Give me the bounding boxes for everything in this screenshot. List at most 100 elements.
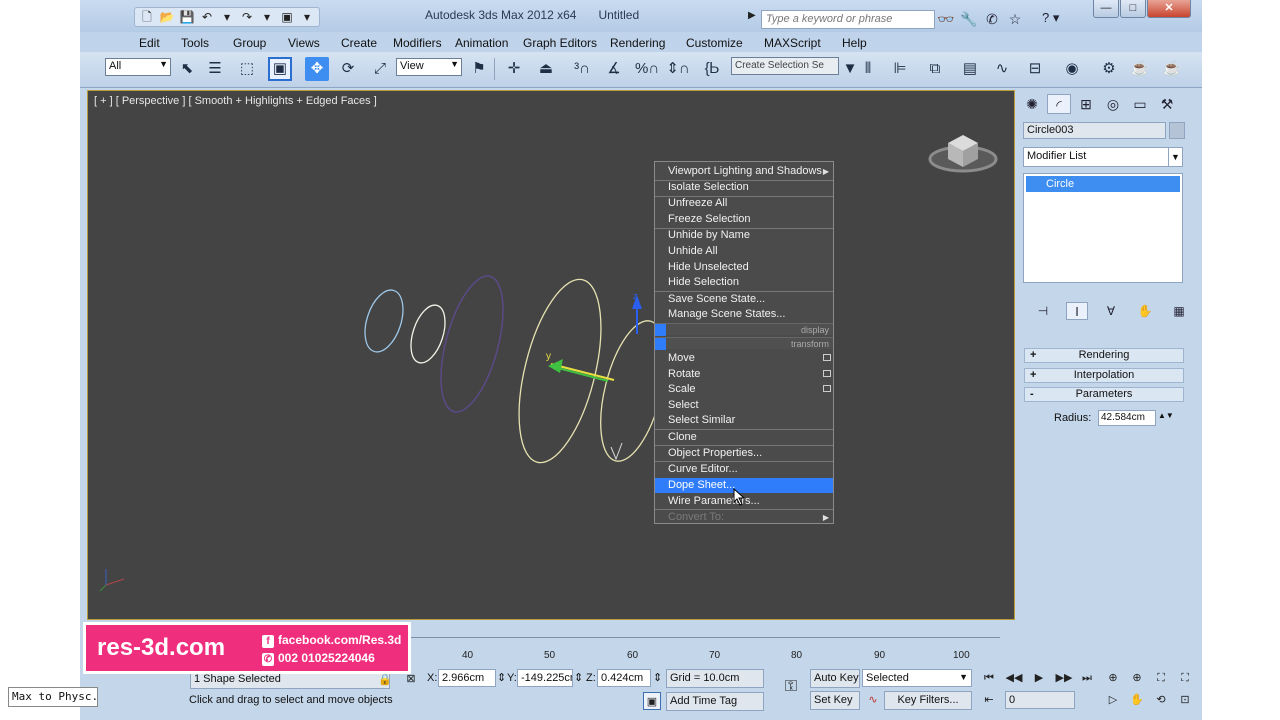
play-icon[interactable]: ▶ — [1030, 669, 1048, 687]
settings-box-icon[interactable] — [823, 370, 831, 377]
edit-named-selection-icon[interactable]: {Ꮟ — [700, 57, 724, 81]
zoom-extents-all-icon[interactable]: ⛶ — [1176, 669, 1194, 687]
configure-modifier-sets-icon[interactable]: ▦ — [1168, 302, 1190, 320]
perspective-viewport[interactable]: [ + ] [ Perspective ] [ Smooth + Highlig… — [87, 90, 1015, 620]
menu-graph-editors[interactable]: Graph Editors — [523, 34, 597, 52]
selection-filter-dropdown[interactable]: All ▼ — [105, 58, 171, 76]
set-key-button[interactable]: Set Key — [810, 691, 860, 710]
favorites-star-icon[interactable]: ☆ — [1006, 10, 1024, 28]
search-input[interactable]: Type a keyword or phrase — [761, 10, 935, 29]
menu-item-unhide-all[interactable]: Unhide All — [655, 244, 833, 259]
pin-stack-icon[interactable]: ⊣ — [1032, 302, 1054, 320]
project-folder-icon[interactable]: ▣ — [279, 10, 295, 24]
open-file-icon[interactable]: 📂 — [159, 10, 175, 24]
close-button[interactable]: ✕ — [1147, 0, 1191, 18]
menu-views[interactable]: Views — [288, 34, 320, 52]
search-expand-icon[interactable]: ▶ — [748, 10, 760, 26]
spinner-icon[interactable]: ⇕ — [574, 671, 583, 684]
redo-icon[interactable]: ↷ — [239, 10, 255, 24]
settings-box-icon[interactable] — [823, 354, 831, 361]
rollout-rendering[interactable]: + Rendering — [1024, 348, 1184, 363]
align-icon[interactable]: ⊫ — [888, 57, 912, 81]
menu-item-move[interactable]: Move — [655, 351, 833, 366]
quadrant-display[interactable]: display — [655, 323, 833, 336]
render-production-icon[interactable]: ☕ — [1160, 57, 1184, 81]
field-of-view-icon[interactable]: ▷ — [1104, 691, 1122, 709]
menu-item-hide-unselected[interactable]: Hide Unselected — [655, 260, 833, 275]
create-tab-icon[interactable]: ✺ — [1020, 94, 1044, 114]
object-name-field[interactable]: Circle003 — [1023, 122, 1166, 139]
quadrant-transform[interactable]: transform — [655, 337, 833, 350]
motion-tab-icon[interactable]: ◎ — [1101, 94, 1125, 114]
key-icon[interactable]: 🔧 — [960, 10, 978, 28]
menu-rendering[interactable]: Rendering — [610, 34, 665, 52]
key-mode-toggle-icon[interactable]: ⇤ — [980, 691, 998, 709]
menu-item-object-properties[interactable]: Object Properties... — [655, 446, 833, 461]
select-and-rotate-icon[interactable]: ⟳ — [336, 57, 360, 81]
maxscript-listener[interactable]: Max to Physc. — [8, 687, 98, 707]
menu-item-unhide-by-name[interactable]: Unhide by Name — [655, 228, 833, 243]
qat-customize-icon[interactable]: ▾ — [299, 10, 315, 24]
hierarchy-tab-icon[interactable]: ⊞ — [1074, 94, 1098, 114]
render-setup-icon[interactable]: ⚙ — [1097, 57, 1121, 81]
menu-item-viewport-lighting[interactable]: Viewport Lighting and Shadows ▶ — [655, 164, 833, 179]
communication-center-icon[interactable]: ✆ — [983, 10, 1001, 28]
key-filters-button[interactable]: Key Filters... — [884, 691, 972, 710]
save-icon[interactable]: 💾 — [179, 10, 195, 24]
x-coordinate-field[interactable]: 2.966cm — [438, 669, 496, 687]
menu-item-hide-selection[interactable]: Hide Selection — [655, 275, 833, 290]
auto-key-button[interactable]: Auto Key — [810, 669, 860, 688]
spinner-icon[interactable]: ⇕ — [497, 671, 506, 684]
orbit-icon[interactable]: ⟲ — [1152, 691, 1170, 709]
menu-modifiers[interactable]: Modifiers — [393, 34, 442, 52]
menu-animation[interactable]: Animation — [455, 34, 508, 52]
mirror-icon[interactable]: ⫴ — [856, 57, 880, 81]
rectangular-selection-icon[interactable]: ⬚ — [235, 57, 259, 81]
help-button[interactable]: ? ▾ — [1042, 10, 1076, 28]
next-frame-icon[interactable]: ▶▶ — [1055, 669, 1073, 687]
menu-group[interactable]: Group — [233, 34, 266, 52]
menu-item-curve-editor[interactable]: Curve Editor... — [655, 462, 833, 477]
pivot-point-icon[interactable]: ⚑ — [467, 57, 491, 81]
remove-modifier-icon[interactable]: ✋ — [1134, 302, 1156, 320]
rendered-frame-window-icon[interactable]: ☕ — [1128, 57, 1152, 81]
select-object-icon[interactable]: ⬉ — [175, 57, 199, 81]
zoom-icon[interactable]: ⊕ — [1104, 669, 1122, 687]
undo-dropdown-icon[interactable]: ▾ — [219, 10, 235, 24]
modifier-list-dropdown[interactable]: Modifier List ▼ — [1023, 147, 1183, 167]
binoculars-icon[interactable]: 👓 — [937, 10, 955, 28]
reference-coordinate-dropdown[interactable]: View ▼ — [396, 58, 462, 76]
settings-box-icon[interactable] — [823, 385, 831, 392]
menu-help[interactable]: Help — [842, 34, 867, 52]
spinner-snap-icon[interactable]: ⇕∩ — [666, 57, 690, 81]
show-end-result-icon[interactable]: Ⅰ — [1066, 302, 1088, 320]
angle-snap-icon[interactable]: ∡ — [602, 57, 626, 81]
undo-icon[interactable]: ↶ — [199, 10, 215, 24]
menu-item-freeze-selection[interactable]: Freeze Selection — [655, 212, 833, 227]
utilities-tab-icon[interactable]: ⚒ — [1155, 94, 1179, 114]
menu-item-select[interactable]: Select — [655, 398, 833, 413]
maximize-button[interactable]: □ — [1120, 0, 1146, 18]
menu-item-select-similar[interactable]: Select Similar — [655, 413, 833, 428]
rollout-interpolation[interactable]: + Interpolation — [1024, 368, 1184, 383]
select-and-scale-icon[interactable]: ⤢ — [368, 57, 392, 81]
viewcube[interactable] — [928, 125, 998, 175]
menu-item-save-scene-state[interactable]: Save Scene State... — [655, 292, 833, 307]
rollout-parameters[interactable]: - Parameters — [1024, 387, 1184, 402]
radius-field[interactable]: 42.584cm — [1098, 410, 1156, 426]
percent-snap-icon[interactable]: %∩ — [635, 57, 659, 81]
named-selection-set-dropdown[interactable]: Create Selection Se — [731, 57, 839, 75]
menu-maxscript[interactable]: MAXScript — [764, 34, 821, 52]
menu-item-manage-scene-states[interactable]: Manage Scene States... — [655, 307, 833, 322]
select-by-name-icon[interactable]: ☰ — [203, 57, 227, 81]
menu-customize[interactable]: Customize — [686, 34, 743, 52]
menu-edit[interactable]: Edit — [139, 34, 160, 52]
new-file-icon[interactable]: 🗋 — [139, 10, 155, 24]
zoom-extents-icon[interactable]: ⛶ — [1152, 669, 1170, 687]
default-tangent-icon[interactable]: ∿ — [864, 691, 882, 709]
timeline-ruler[interactable]: 40 50 60 70 80 90 100 — [410, 637, 1000, 663]
time-tag-icon[interactable]: ▣ — [643, 692, 661, 710]
pan-icon[interactable]: ✋ — [1128, 691, 1146, 709]
minimize-button[interactable]: — — [1093, 0, 1119, 18]
zoom-all-icon[interactable]: ⊕ — [1128, 669, 1146, 687]
